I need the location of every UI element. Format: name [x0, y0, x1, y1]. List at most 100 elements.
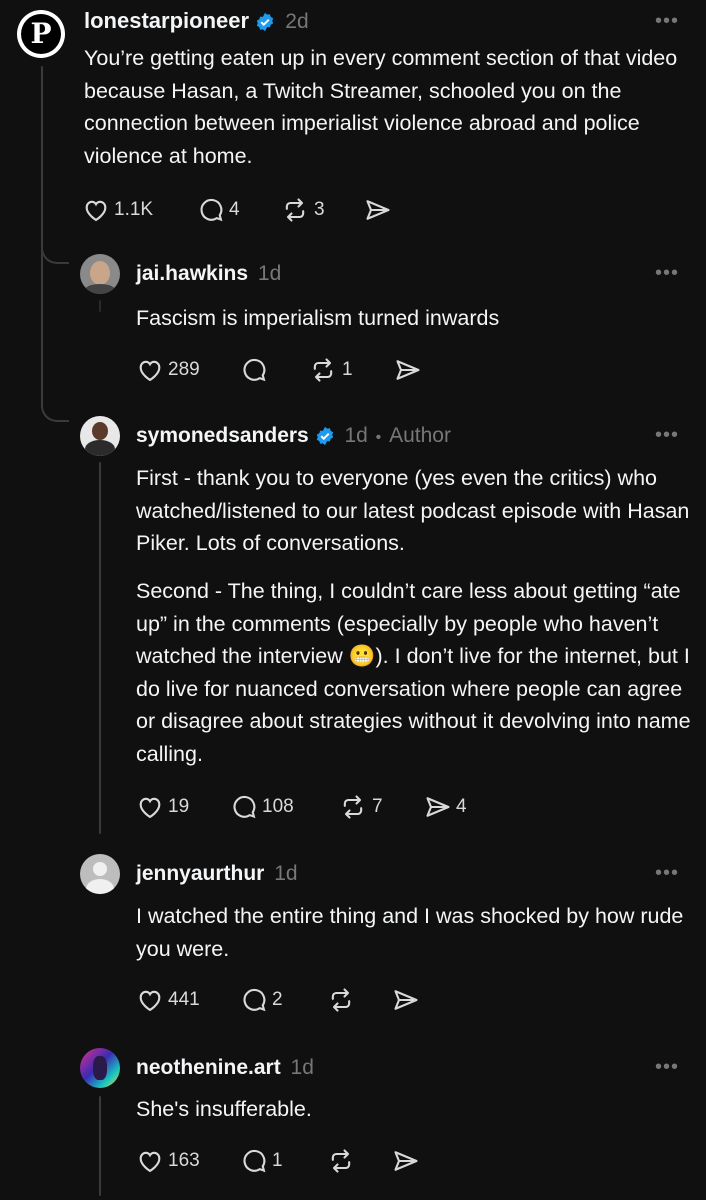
comment-button[interactable]: 1 — [240, 1147, 283, 1175]
thread-line-main — [41, 66, 43, 261]
comment-count: 4 — [229, 199, 240, 220]
share-icon — [394, 1151, 418, 1171]
timestamp: 2d — [285, 10, 309, 33]
avatar-head — [93, 862, 107, 876]
like-count: 1.1K — [114, 199, 154, 220]
avatar-face — [92, 422, 108, 440]
post-body: She's insufferable. — [136, 1097, 312, 1121]
post-body: I watched the entire thing and I was sho… — [136, 904, 684, 961]
comment-button[interactable]: 4 — [197, 196, 240, 224]
username[interactable]: jai.hawkins 1d — [136, 262, 281, 286]
repost-icon — [285, 198, 305, 222]
username[interactable]: jennyaurthur 1d — [136, 862, 298, 886]
timestamp: 1d — [344, 424, 368, 447]
avatar-symonedsanders[interactable] — [80, 416, 120, 456]
username[interactable]: symonedsanders 1d • Author — [136, 424, 451, 448]
comment-button[interactable]: 2 — [240, 986, 283, 1014]
heart-icon — [139, 1151, 161, 1173]
username-text[interactable]: symonedsanders — [136, 424, 309, 447]
heart-icon — [139, 990, 161, 1012]
comment-button[interactable]: 108 — [230, 793, 294, 821]
grimace-emoji-icon: 😬 — [348, 644, 376, 668]
post-body-paragraph-2: Second - The thing, I couldn’t care less… — [136, 575, 691, 770]
comment-count: 108 — [262, 796, 294, 817]
repost-button[interactable]: 3 — [280, 196, 325, 224]
comment-icon — [243, 988, 266, 1012]
thread-curve-reply-1 — [41, 240, 69, 264]
like-button[interactable]: 163 — [136, 1147, 200, 1175]
username-text[interactable]: neothenine.art — [136, 1056, 281, 1079]
like-count: 19 — [168, 796, 190, 817]
share-button[interactable] — [392, 986, 424, 1014]
avatar-lonestarpioneer[interactable]: P — [17, 10, 65, 58]
avatar-jennyaurthur[interactable] — [80, 854, 120, 894]
post-actions: 441 2 — [136, 986, 436, 1020]
repost-icon — [331, 988, 351, 1012]
avatar-figure — [93, 1056, 107, 1080]
more-icon[interactable]: ••• — [655, 1056, 679, 1079]
heart-icon — [139, 797, 161, 819]
post-body-paragraph-1: First - thank you to everyone (yes even … — [136, 466, 690, 555]
share-icon — [366, 200, 390, 220]
comment-icon — [243, 358, 266, 382]
verified-icon — [257, 13, 274, 32]
more-icon[interactable]: ••• — [655, 424, 679, 447]
share-button[interactable]: 4 — [424, 793, 467, 821]
thread-line-reply-4 — [99, 1096, 101, 1196]
share-button[interactable] — [364, 196, 396, 224]
comment-button[interactable] — [240, 356, 272, 384]
more-icon[interactable]: ••• — [655, 862, 679, 885]
share-icon — [394, 990, 418, 1010]
repost-icon — [331, 1149, 351, 1173]
share-icon — [426, 797, 450, 817]
comment-icon — [233, 795, 256, 819]
repost-icon — [313, 358, 333, 382]
repost-count: 7 — [372, 796, 383, 817]
post-body: Fascism is imperialism turned inwards — [136, 306, 500, 330]
post-actions: 1.1K 4 3 — [82, 196, 482, 230]
timestamp: 1d — [290, 1056, 314, 1079]
like-button[interactable]: 289 — [136, 356, 200, 384]
thread-line-reply-2 — [99, 462, 101, 834]
thread-line-main-2 — [41, 258, 43, 408]
avatar-logo-circle: P — [21, 14, 61, 54]
timestamp: 1d — [274, 862, 298, 885]
repost-button[interactable]: 7 — [338, 793, 383, 821]
post-body: You’re getting eaten up in every comment… — [84, 46, 678, 168]
username[interactable]: lonestarpioneer 2d — [84, 8, 309, 34]
repost-button[interactable]: 1 — [308, 356, 353, 384]
separator-dot: • — [375, 429, 382, 446]
more-icon[interactable]: ••• — [655, 262, 679, 285]
share-button[interactable] — [394, 356, 426, 384]
repost-button[interactable] — [326, 986, 360, 1014]
comment-icon — [200, 198, 223, 222]
comment-count: 1 — [272, 1150, 283, 1171]
more-icon[interactable]: ••• — [655, 10, 679, 33]
username-text[interactable]: jennyaurthur — [136, 862, 264, 885]
post-actions: 19 108 7 4 — [136, 793, 496, 827]
share-count: 4 — [456, 796, 467, 817]
comment-icon — [243, 1149, 266, 1173]
like-button[interactable]: 441 — [136, 986, 200, 1014]
like-button[interactable]: 1.1K — [82, 196, 153, 224]
verified-icon — [316, 427, 333, 446]
avatar-shirt — [84, 284, 116, 294]
share-button[interactable] — [392, 1147, 424, 1175]
repost-button[interactable] — [326, 1147, 360, 1175]
avatar-body — [85, 440, 115, 456]
timestamp: 1d — [257, 262, 282, 285]
avatar-neothenine-art[interactable] — [80, 1048, 120, 1088]
heart-icon — [139, 360, 161, 382]
comment-count: 2 — [272, 989, 283, 1010]
avatar-jai-hawkins[interactable] — [80, 254, 120, 294]
avatar-face — [90, 261, 110, 285]
like-count: 163 — [168, 1150, 200, 1171]
like-count: 289 — [168, 359, 200, 380]
username[interactable]: neothenine.art 1d — [136, 1056, 314, 1080]
share-icon — [396, 360, 420, 380]
post-actions: 163 1 — [136, 1147, 436, 1181]
username-text[interactable]: lonestarpioneer — [84, 8, 249, 33]
post-actions: 289 1 — [136, 356, 436, 390]
like-button[interactable]: 19 — [136, 793, 189, 821]
username-text[interactable]: jai.hawkins — [136, 262, 248, 285]
